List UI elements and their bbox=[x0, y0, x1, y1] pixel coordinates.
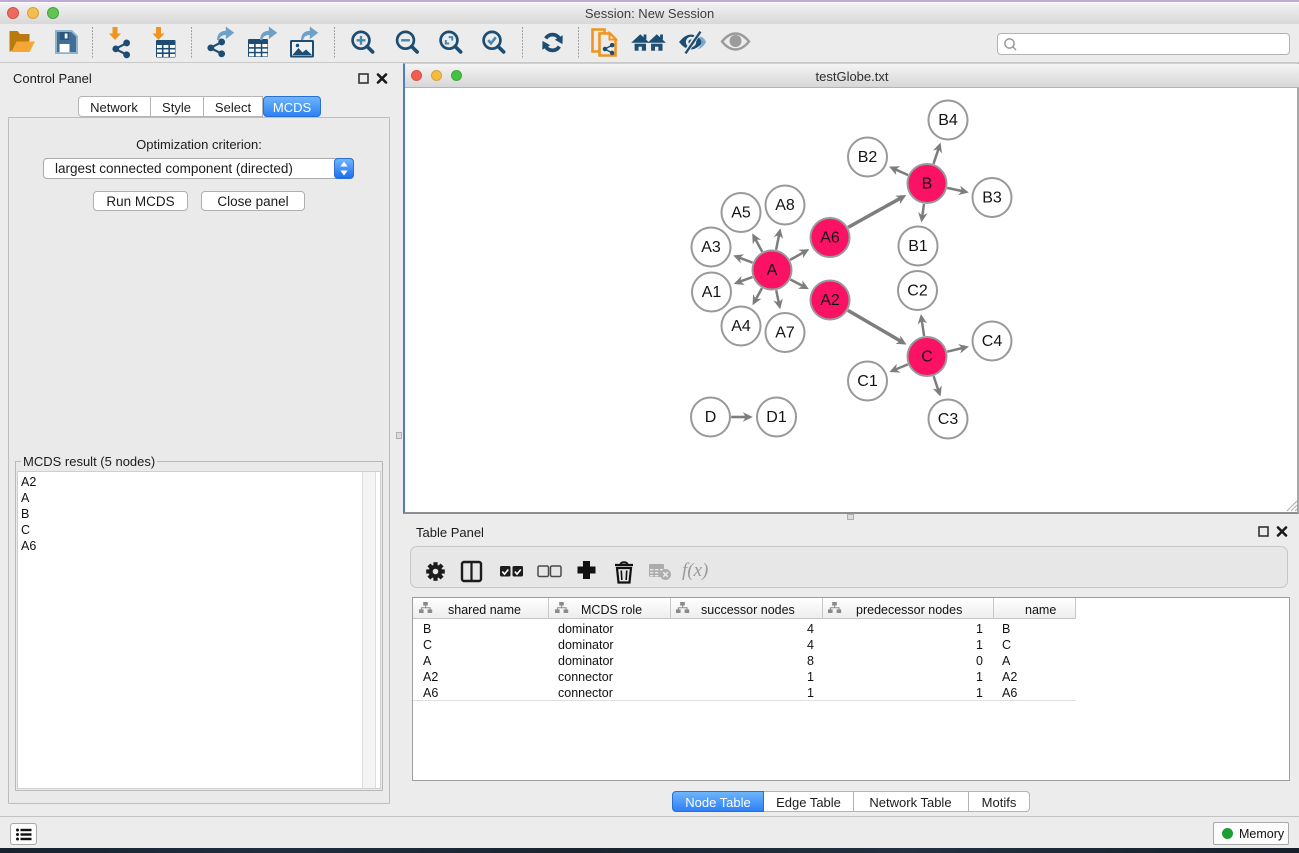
svg-text:A4: A4 bbox=[731, 318, 751, 335]
svg-text:C3: C3 bbox=[938, 411, 959, 428]
svg-text:B2: B2 bbox=[858, 149, 878, 166]
svg-text:C: C bbox=[921, 349, 933, 366]
svg-text:A3: A3 bbox=[701, 239, 721, 256]
svg-text:C2: C2 bbox=[907, 283, 928, 300]
svg-text:A: A bbox=[767, 262, 778, 279]
svg-text:D: D bbox=[705, 409, 717, 426]
svg-text:C4: C4 bbox=[982, 333, 1003, 350]
svg-text:B4: B4 bbox=[938, 112, 958, 129]
svg-text:A5: A5 bbox=[731, 205, 751, 222]
svg-text:A2: A2 bbox=[820, 292, 840, 309]
svg-text:A6: A6 bbox=[820, 230, 840, 247]
svg-text:B3: B3 bbox=[982, 190, 1002, 207]
svg-text:C1: C1 bbox=[857, 373, 878, 390]
svg-text:A7: A7 bbox=[775, 325, 795, 342]
svg-text:D1: D1 bbox=[766, 409, 787, 426]
svg-text:B1: B1 bbox=[908, 238, 928, 255]
svg-text:B: B bbox=[922, 176, 933, 193]
svg-text:A8: A8 bbox=[775, 197, 795, 214]
svg-text:A1: A1 bbox=[702, 284, 722, 301]
